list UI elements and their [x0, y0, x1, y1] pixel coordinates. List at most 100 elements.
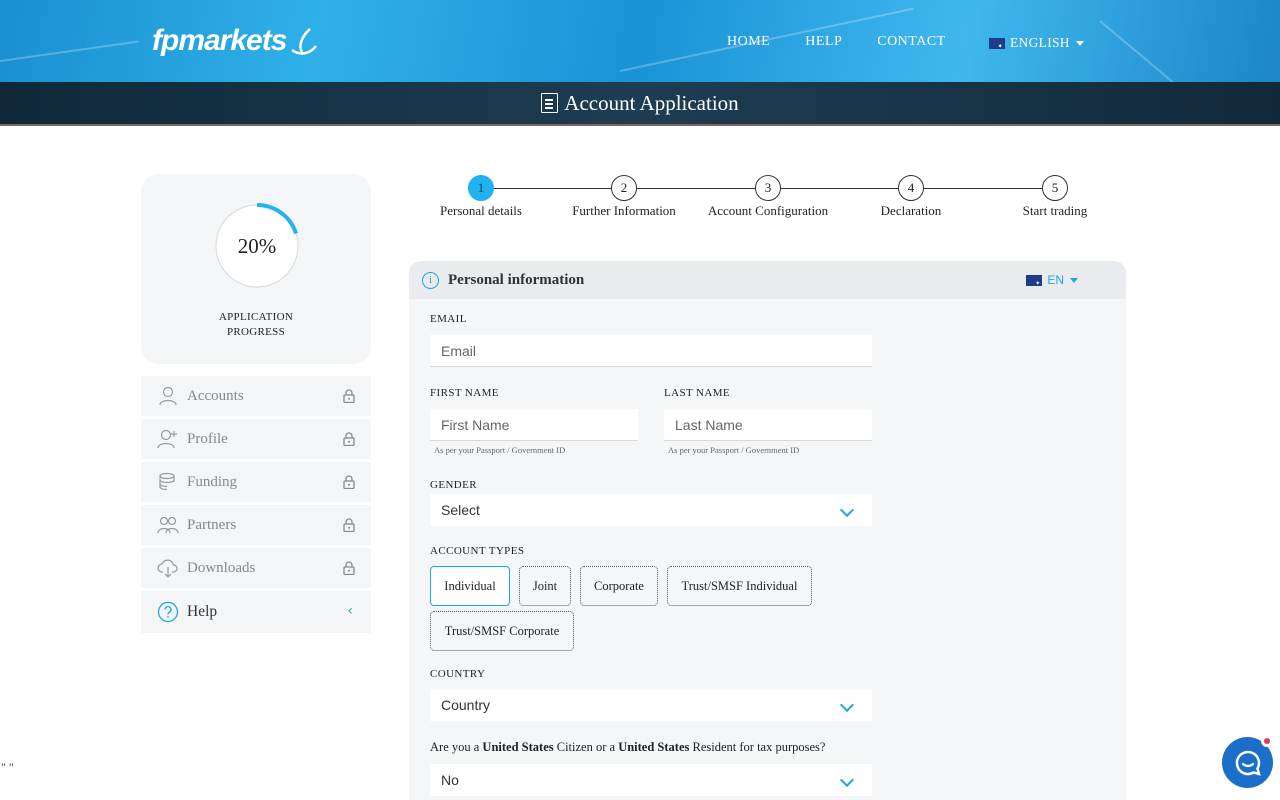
step-number: 2 [611, 175, 637, 201]
personal-information-panel: i Personal information EN EMAIL FIRST NA… [409, 261, 1126, 800]
sidebar-item-label: Partners [187, 516, 237, 533]
form-language-dropdown[interactable]: EN [1026, 273, 1078, 287]
caret-down-icon [1075, 40, 1084, 46]
account-type-joint[interactable]: Joint [519, 566, 571, 606]
sidebar-item-downloads[interactable]: Downloads [141, 548, 371, 588]
form-language-code: EN [1047, 273, 1064, 287]
step-number: 4 [898, 175, 924, 201]
progress-label-line1: APPLICATION [218, 311, 294, 323]
sidebar-item-profile[interactable]: Profile [141, 419, 371, 459]
sidebar-item-label: Downloads [187, 559, 256, 576]
us-tax-bold: United States [482, 740, 554, 754]
page-title-bar: Account Application [0, 82, 1280, 126]
chevron-down-icon [839, 502, 855, 518]
chevron-left-icon: ‹ [347, 603, 353, 619]
step-declaration[interactable]: 4 Declaration [841, 175, 981, 219]
language-label: ENGLISH [1010, 35, 1070, 50]
header-decoration [0, 40, 139, 62]
step-account-configuration[interactable]: 3 Account Configuration [698, 175, 838, 219]
logo-text: fpmarkets [152, 24, 287, 57]
step-further-information[interactable]: 2 Further Information [554, 175, 694, 219]
user-plus-icon [157, 428, 179, 450]
sidebar-item-label: Help [187, 603, 218, 620]
gender-select[interactable]: Select [430, 494, 872, 526]
us-tax-text: Resident for tax purposes? [689, 740, 826, 754]
step-number: 1 [468, 175, 494, 201]
country-label: COUNTRY [430, 668, 486, 680]
country-select[interactable]: Country [430, 689, 872, 721]
country-value: Country [441, 697, 491, 713]
sidebar-item-funding[interactable]: Funding [141, 462, 371, 502]
top-header: fpmarkets HOME HELP CONTACT ENGLISH [0, 0, 1280, 82]
application-stepper: 1 Personal details 2 Further Information… [410, 175, 1130, 225]
australia-flag-icon [1026, 274, 1043, 286]
notification-badge [1261, 735, 1273, 747]
logo-swoosh-icon [291, 28, 318, 55]
account-types-label: ACCOUNT TYPES [430, 545, 525, 557]
sidebar-item-partners[interactable]: Partners [141, 505, 371, 545]
lock-icon [343, 518, 355, 532]
us-tax-text: Citizen or a [553, 740, 619, 754]
main-nav: HOME HELP CONTACT [727, 34, 981, 50]
progress-percent: 20% [237, 234, 277, 258]
step-label: Start trading [1022, 203, 1088, 218]
lock-icon [343, 389, 355, 403]
last-name-field[interactable] [664, 409, 872, 441]
document-icon [541, 93, 559, 113]
step-personal-details[interactable]: 1 Personal details [411, 175, 551, 219]
section-title: Personal information [448, 271, 585, 288]
nav-help[interactable]: HELP [805, 34, 842, 50]
step-number: 3 [755, 175, 781, 201]
us-tax-bold: United States [618, 740, 690, 754]
chat-icon [1235, 750, 1261, 776]
us-tax-question: Are you a United States Citizen or a Uni… [430, 740, 825, 755]
progress-label: APPLICATION PROGRESS [141, 310, 371, 340]
user-icon [157, 385, 179, 407]
question-circle-icon [157, 601, 179, 623]
gender-value: Select [441, 502, 480, 518]
info-icon: i [422, 271, 439, 289]
lock-icon [343, 475, 355, 489]
nav-home[interactable]: HOME [727, 34, 770, 50]
gender-label: GENDER [430, 479, 478, 491]
first-name-label: FIRST NAME [430, 387, 499, 399]
panel-header: i Personal information EN [409, 261, 1126, 299]
step-label: Personal details [440, 203, 522, 218]
account-type-trust-smsf-corporate[interactable]: Trust/SMSF Corporate [430, 611, 574, 651]
users-icon [157, 514, 179, 536]
chevron-down-icon [839, 697, 855, 713]
step-label: Further Information [572, 203, 676, 218]
first-name-hint: As per your Passport / Government ID [434, 445, 566, 455]
step-label: Account Configuration [707, 203, 829, 218]
language-dropdown[interactable]: ENGLISH [989, 35, 1084, 51]
page-title: Account Application [564, 90, 739, 115]
chevron-down-icon [839, 772, 855, 788]
first-name-field[interactable] [430, 409, 638, 441]
coins-icon [157, 471, 179, 493]
australia-flag-icon [989, 37, 1005, 49]
us-tax-value: No [441, 772, 459, 788]
email-label: EMAIL [430, 313, 467, 325]
lock-icon [343, 432, 355, 446]
sidebar-item-label: Accounts [187, 387, 244, 404]
sidebar-item-help[interactable]: Help ‹ [141, 591, 371, 633]
step-number: 5 [1042, 175, 1068, 201]
sidebar-item-label: Funding [187, 473, 238, 490]
account-type-corporate[interactable]: Corporate [580, 566, 658, 606]
email-field[interactable] [430, 335, 872, 367]
account-type-trust-smsf-individual[interactable]: Trust/SMSF Individual [667, 566, 812, 606]
lock-icon [343, 561, 355, 575]
progress-label-line2: PROGRESS [226, 326, 286, 338]
step-label: Declaration [880, 203, 942, 218]
logo[interactable]: fpmarkets [152, 24, 318, 58]
cloud-download-icon [157, 557, 179, 579]
us-tax-select[interactable]: No [430, 764, 872, 796]
last-name-hint: As per your Passport / Government ID [668, 445, 800, 455]
last-name-label: LAST NAME [664, 387, 731, 399]
nav-contact[interactable]: CONTACT [877, 34, 946, 50]
caret-down-icon [1070, 277, 1078, 283]
sidebar-item-accounts[interactable]: Accounts [141, 376, 371, 416]
step-start-trading[interactable]: 5 Start trading [985, 175, 1125, 219]
sidebar-menu: Accounts Profile Funding Partners Downlo… [141, 376, 371, 636]
account-type-individual[interactable]: Individual [430, 566, 510, 606]
